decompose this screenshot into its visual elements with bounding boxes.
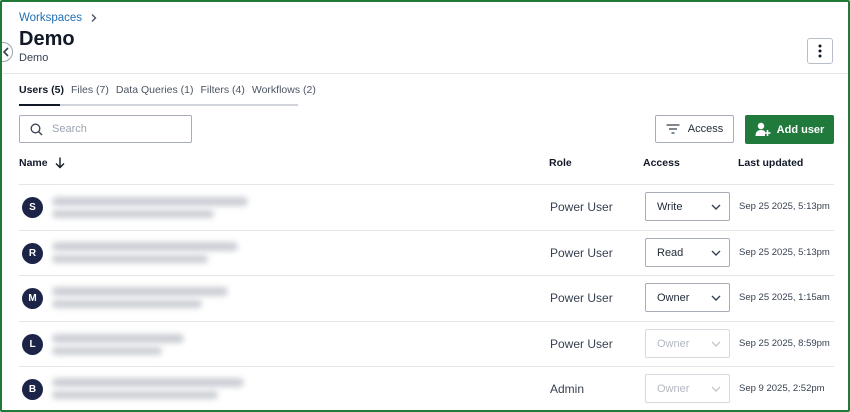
role-cell: Power User (550, 337, 613, 351)
redacted-user-name (52, 242, 238, 251)
breadcrumb: Workspaces (19, 12, 97, 24)
active-tab-indicator (19, 104, 60, 106)
avatar: R (22, 243, 43, 264)
table-row[interactable]: L Power User Owner Sep 25 2025, 8:59pm (2, 322, 848, 367)
more-options-button[interactable] (807, 38, 833, 64)
role-cell: Power User (550, 246, 613, 260)
redacted-user-email (52, 255, 208, 263)
access-select-value: Owner (657, 382, 690, 395)
chevron-right-icon (90, 13, 97, 23)
vertical-dots-icon (818, 44, 822, 58)
page-subtitle: Demo (19, 52, 49, 64)
table-row[interactable]: R Power User Read Sep 25 2025, 5:13pm (2, 231, 848, 276)
last-updated-cell: Sep 25 2025, 5:13pm (739, 201, 830, 212)
column-header-access: Access (643, 157, 680, 169)
avatar: L (22, 334, 43, 355)
breadcrumb-link-workspaces[interactable]: Workspaces (19, 12, 82, 24)
chevron-down-icon (711, 341, 721, 347)
column-header-role: Role (549, 157, 572, 169)
last-updated-cell: Sep 25 2025, 1:15am (739, 292, 830, 303)
chevron-down-icon (711, 386, 721, 392)
add-user-button[interactable]: Add user (745, 115, 834, 144)
tab-bar: Users (5) Files (7) Data Queries (1) Fil… (19, 84, 323, 96)
avatar: S (22, 197, 43, 218)
role-cell: Power User (550, 200, 613, 214)
add-user-label: Add user (776, 123, 825, 136)
access-select-value: Owner (657, 337, 690, 350)
arrow-down-icon (55, 157, 65, 169)
table-row[interactable]: M Power User Owner Sep 25 2025, 1:15am (2, 276, 848, 321)
chevron-left-icon (2, 47, 9, 57)
chevron-down-icon (711, 204, 721, 210)
header-divider (2, 73, 848, 74)
filter-lines-icon (666, 124, 680, 134)
sidebar-collapse-button[interactable] (2, 42, 13, 62)
add-user-icon (755, 122, 771, 136)
access-select-value: Write (657, 200, 683, 213)
access-select-value: Read (657, 246, 684, 259)
tab-data-queries[interactable]: Data Queries (1) (116, 84, 194, 96)
tab-files[interactable]: Files (7) (71, 84, 109, 96)
redacted-user-email (52, 391, 218, 399)
access-filter-label: Access (687, 123, 724, 135)
tab-filters[interactable]: Filters (4) (201, 84, 245, 96)
redacted-user-email (52, 210, 214, 218)
tab-bar-underline (19, 104, 298, 106)
redacted-user-email (52, 347, 162, 355)
redacted-user-name (52, 287, 228, 296)
redacted-user-name (52, 378, 244, 387)
access-filter-button[interactable]: Access (655, 115, 734, 143)
column-header-name[interactable]: Name (19, 157, 65, 169)
access-select[interactable]: Owner (645, 283, 730, 312)
search-icon (30, 123, 43, 135)
access-select: Owner (645, 329, 730, 358)
page-title: Demo (19, 28, 75, 50)
access-select-value: Owner (657, 291, 690, 304)
table-row[interactable]: S Power User Write Sep 25 2025, 5:13pm (2, 185, 848, 230)
tab-workflows[interactable]: Workflows (2) (252, 84, 316, 96)
column-header-last-updated: Last updated (738, 157, 804, 169)
role-cell: Power User (550, 291, 613, 305)
table-row[interactable]: B Admin Owner Sep 9 2025, 2:52pm (2, 367, 848, 410)
search-box[interactable] (19, 115, 192, 143)
chevron-down-icon (711, 295, 721, 301)
avatar: B (22, 379, 43, 400)
access-select[interactable]: Read (645, 238, 730, 267)
redacted-user-name (52, 334, 184, 343)
tab-users[interactable]: Users (5) (19, 84, 64, 96)
app-window: Workspaces Demo Demo Users (5) Files (7)… (0, 0, 850, 412)
redacted-user-name (52, 197, 248, 206)
redacted-user-email (52, 300, 202, 308)
access-select[interactable]: Write (645, 192, 730, 221)
last-updated-cell: Sep 9 2025, 2:52pm (739, 383, 825, 394)
last-updated-cell: Sep 25 2025, 8:59pm (739, 338, 830, 349)
column-header-name-label: Name (19, 157, 48, 169)
chevron-down-icon (711, 250, 721, 256)
search-input[interactable] (52, 123, 172, 135)
last-updated-cell: Sep 25 2025, 5:13pm (739, 247, 830, 258)
avatar: M (22, 288, 43, 309)
role-cell: Admin (550, 382, 585, 396)
access-select: Owner (645, 374, 730, 403)
